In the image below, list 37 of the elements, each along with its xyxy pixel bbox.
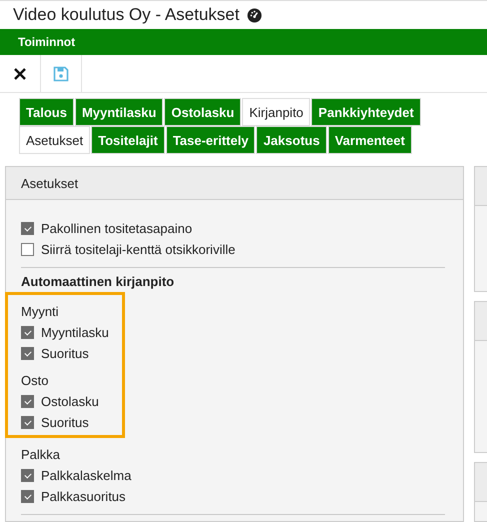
checkbox-label: Siirrä tositelaji-kenttä otsikkoriville — [41, 242, 236, 257]
group-title: Myynti — [21, 303, 60, 321]
checkbox[interactable] — [21, 222, 34, 235]
checkbox-label: Ostolasku — [41, 394, 99, 409]
tab[interactable]: Kirjanpito — [242, 98, 310, 126]
menu-item[interactable]: Toiminnot — [18, 35, 76, 49]
section-title: Automaattinen kirjanpito — [21, 274, 176, 291]
tab[interactable]: Tase-erittely — [166, 126, 256, 154]
group-title: Palkka — [21, 446, 62, 464]
tab[interactable]: Varmenteet — [328, 126, 412, 154]
checkbox-label: Palkkasuoritus — [41, 489, 126, 504]
close-icon — [13, 66, 27, 80]
checkbox-label: Suoritus — [41, 415, 89, 430]
side-card — [474, 462, 487, 522]
checkbox-label: Palkkalaskelma — [41, 468, 132, 483]
tab[interactable]: Talous — [19, 98, 74, 126]
checkbox[interactable] — [21, 469, 34, 482]
checkbox[interactable] — [21, 416, 34, 429]
checkbox[interactable] — [21, 243, 34, 256]
dashboard-icon[interactable] — [247, 8, 262, 22]
panel-title: Asetukset — [21, 176, 78, 190]
checkbox[interactable] — [21, 326, 34, 339]
checkbox-label: Myyntilasku — [41, 325, 109, 340]
group-title: Osto — [21, 372, 50, 390]
tab[interactable]: Pankkiyhteydet — [311, 98, 421, 126]
checkbox[interactable] — [21, 490, 34, 503]
checkbox[interactable] — [21, 347, 34, 360]
tab[interactable]: Jaksotus — [256, 126, 327, 154]
checkbox-label: Suoritus — [41, 346, 89, 361]
window-title: Video koulutus Oy - Asetukset — [13, 5, 240, 25]
checkbox-label: Pakollinen tositetasapaino — [41, 221, 192, 236]
tab[interactable]: Tositelajit — [91, 126, 165, 154]
tab[interactable]: Myyntilasku — [74, 98, 164, 126]
save-icon — [53, 66, 69, 82]
tab[interactable]: Asetukset — [19, 126, 90, 154]
checkbox[interactable] — [21, 395, 34, 408]
tab[interactable]: Ostolasku — [164, 98, 242, 126]
